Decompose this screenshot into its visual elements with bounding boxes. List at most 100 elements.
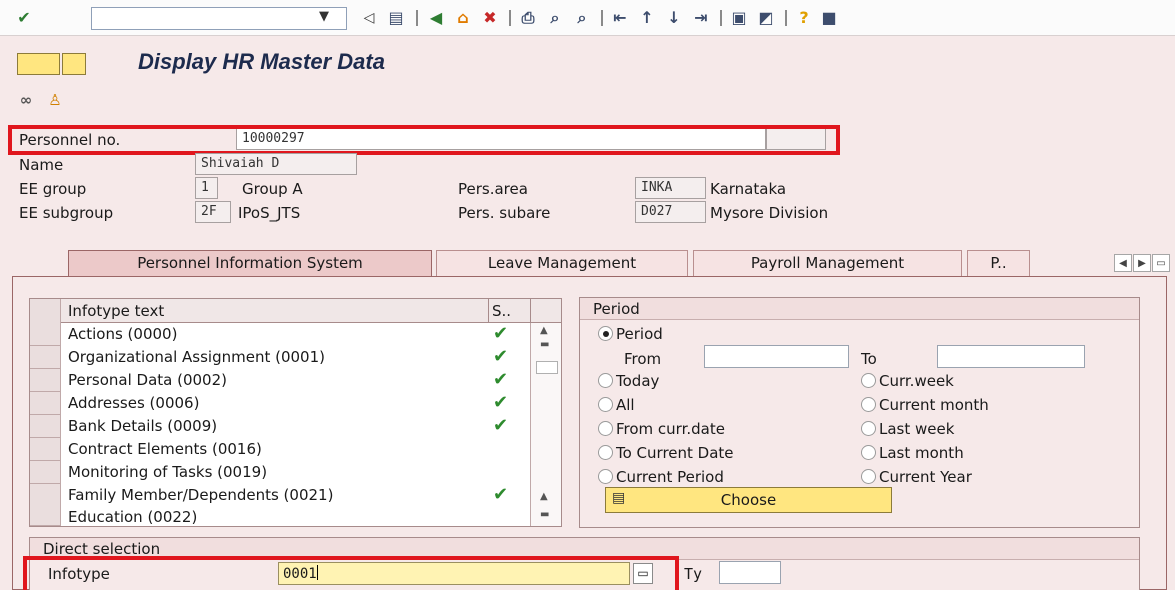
table-row[interactable]: Family Member/Dependents (0021) [68,486,333,504]
name-field: Shivaiah D [195,153,357,175]
scroll-up-icon[interactable]: ▬ [540,339,549,350]
title-bar: Display HR Master Data [0,36,1175,85]
command-field[interactable] [91,7,347,30]
row-selector[interactable] [30,461,61,484]
radio-last-month[interactable]: Last month [861,444,964,462]
table-row[interactable]: Education (0022) [68,508,197,526]
row-selector[interactable] [30,484,61,507]
row-selector[interactable] [30,346,61,369]
ee-subgroup-code: 2F [195,201,231,223]
menu-expand-button[interactable] [62,53,86,75]
toolbar-separator [785,10,787,26]
radio-all[interactable]: All [598,396,635,414]
scroll-bottom-icon[interactable]: ▬ [540,509,549,520]
select-all-button[interactable] [30,299,61,323]
scroll-top-icon[interactable]: ▲ [540,325,548,336]
scroll-thumb[interactable] [536,361,558,374]
table-row[interactable]: Bank Details (0009) [68,417,217,435]
exit-icon[interactable]: ⌂ [452,7,474,29]
check-icon: ✔ [493,484,509,505]
radio-period[interactable]: Period [598,325,663,343]
radio-today[interactable]: Today [598,372,659,390]
column-header-status: S.. [488,299,530,323]
radio-current-month[interactable]: Current month [861,396,989,414]
tab-scroll-left-icon[interactable]: ◀ [1114,254,1132,272]
cancel-icon[interactable]: ✖ [479,7,501,29]
infotype-table: Infotype text S.. Actions (0000) ✔ Organ… [29,298,562,527]
back-icon[interactable]: ◀ [425,7,447,29]
pers-subarea-code: D027 [635,201,706,223]
page-title: Display HR Master Data [138,49,385,74]
tab-more[interactable]: P.. [967,250,1030,276]
choose-button[interactable]: ▤ Choose [605,487,892,513]
pers-subarea-label: Pers. subare [458,204,551,222]
table-row[interactable]: Contract Elements (0016) [68,440,262,458]
tab-payroll-management[interactable]: Payroll Management [693,250,962,276]
find-icon[interactable]: ⌕ [544,7,566,29]
scroll-down-icon[interactable]: ▲ [540,491,548,502]
table-row[interactable]: Actions (0000) [68,325,177,343]
help-icon[interactable]: ? [793,7,815,29]
row-selector[interactable] [30,438,61,461]
tab-leave-management[interactable]: Leave Management [436,250,688,276]
period-group-title: Period [580,298,1139,320]
toolbar-separator [416,10,418,26]
person-icon[interactable]: ♙ [44,89,66,111]
row-selector[interactable] [30,369,61,392]
print-icon[interactable]: ⎙ [517,7,539,29]
system-menu-button[interactable] [17,53,60,75]
radio-from-curr-date[interactable]: From curr.date [598,420,725,438]
radio-current-period[interactable]: Current Period [598,468,724,486]
table-row[interactable]: Organizational Assignment (0001) [68,348,325,366]
ee-group-label: EE group [19,180,87,198]
check-icon: ✔ [493,392,509,413]
first-page-icon[interactable]: ⇤ [609,7,631,29]
command-dropdown-icon[interactable]: ▼ [319,9,329,24]
row-selector[interactable] [30,505,61,526]
name-label: Name [19,156,64,174]
pers-area-label: Pers.area [458,180,528,198]
column-settings-button[interactable] [530,299,561,323]
tab-personnel-information-system[interactable]: Personnel Information System [68,250,432,276]
table-row[interactable]: Monitoring of Tasks (0019) [68,463,267,481]
back-triangle-icon[interactable]: ◁ [358,7,380,29]
last-page-icon[interactable]: ⇥ [690,7,712,29]
radio-button-selected[interactable] [598,326,613,341]
radio-to-current-date[interactable]: To Current Date [598,444,734,462]
from-date-input[interactable] [704,345,849,368]
previous-page-icon[interactable]: ↑ [636,7,658,29]
shortcut-icon[interactable]: ◩ [755,7,777,29]
create-session-icon[interactable]: ▣ [728,7,750,29]
ee-group-text: Group A [242,180,303,198]
to-date-input[interactable] [937,345,1085,368]
highlight-box-personnel [8,125,840,155]
radio-current-year[interactable]: Current Year [861,468,972,486]
row-selector[interactable] [30,392,61,415]
ee-subgroup-text: IPoS_JTS [238,204,301,222]
check-icon: ✔ [493,346,509,367]
table-row[interactable]: Addresses (0006) [68,394,199,412]
toolbar-separator [720,10,722,26]
tab-list-icon[interactable]: ▭ [1152,254,1170,272]
toolbar-separator [601,10,603,26]
type-input[interactable] [719,561,781,584]
find-next-icon[interactable]: ⌕ [571,7,593,29]
enter-icon[interactable]: ✔ [13,7,35,29]
application-toolbar: ∞ ♙ [0,85,1175,117]
save-icon[interactable]: ▤ [385,7,407,29]
tab-scroll-right-icon[interactable]: ▶ [1133,254,1151,272]
pers-area-code: INKA [635,177,706,199]
customize-layout-icon[interactable]: ■ [818,7,840,29]
row-selector[interactable] [30,323,61,346]
from-label: From [624,350,662,368]
next-page-icon[interactable]: ↓ [663,7,685,29]
row-selector[interactable] [30,415,61,438]
type-label: Ty [684,565,703,583]
glasses-icon[interactable]: ∞ [15,89,37,111]
radio-curr-week[interactable]: Curr.week [861,372,954,390]
pers-area-text: Karnataka [710,180,787,198]
radio-last-week[interactable]: Last week [861,420,954,438]
check-icon: ✔ [493,415,509,436]
table-scrollbar[interactable]: ▲ ▬ ▲ ▬ [530,323,561,526]
table-row[interactable]: Personal Data (0002) [68,371,227,389]
